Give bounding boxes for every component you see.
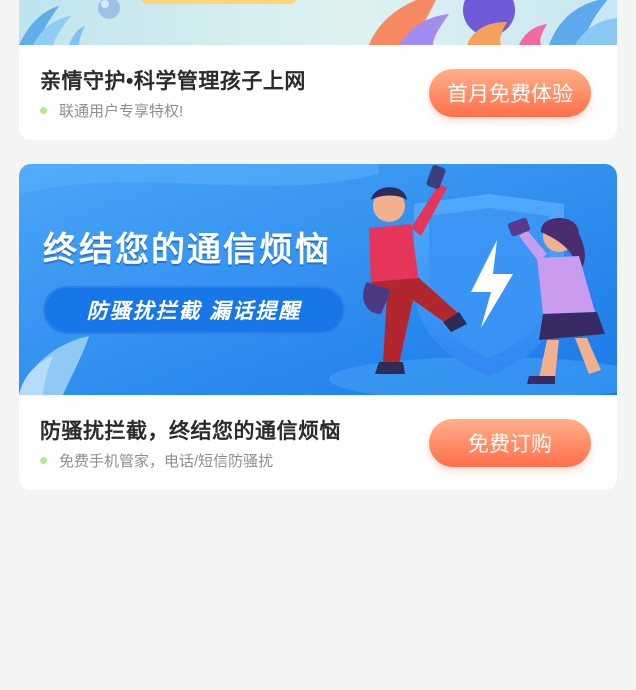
anti-harassment-banner[interactable]: 终结您的通信烦恼 防骚扰拦截 漏话提醒 [19,164,617,395]
bullet-dot-icon [40,107,47,114]
anti-harassment-info: 防骚扰拦截，终结您的通信烦恼 免费手机管家，电话/短信防骚扰 免费订购 [19,395,617,490]
card-subtitle: 联通用户专享特权! [40,100,183,121]
card-subtitle-text: 联通用户专享特权! [59,103,184,120]
anti-harassment-card[interactable]: 终结您的通信烦恼 防骚扰拦截 漏话提醒 防骚扰拦截，终结您的通信烦恼 免费手机管… [19,164,617,490]
family-guard-banner[interactable] [19,0,617,45]
bullet-dot-icon [40,457,47,464]
family-guard-card[interactable]: 亲情守护•科学管理孩子上网 联通用户专享特权! 首月免费体验 [19,0,617,140]
card-title: 亲情守护•科学管理孩子上网 [40,70,306,93]
free-subscribe-button[interactable]: 免费订购 [429,419,591,467]
family-guard-illustration [19,0,617,45]
family-guard-info: 亲情守护•科学管理孩子上网 联通用户专享特权! 首月免费体验 [19,45,617,140]
banner-feature-pill: 防骚扰拦截 漏话提醒 [43,286,345,334]
card-title: 防骚扰拦截，终结您的通信烦恼 [40,420,341,443]
card-subtitle: 免费手机管家，电话/短信防骚扰 [40,450,273,471]
banner-headline: 终结您的通信烦恼 [43,231,331,269]
anti-harassment-illustration [19,164,617,395]
free-trial-button[interactable]: 首月免费体验 [429,69,591,117]
card-subtitle-text: 免费手机管家，电话/短信防骚扰 [59,453,274,470]
